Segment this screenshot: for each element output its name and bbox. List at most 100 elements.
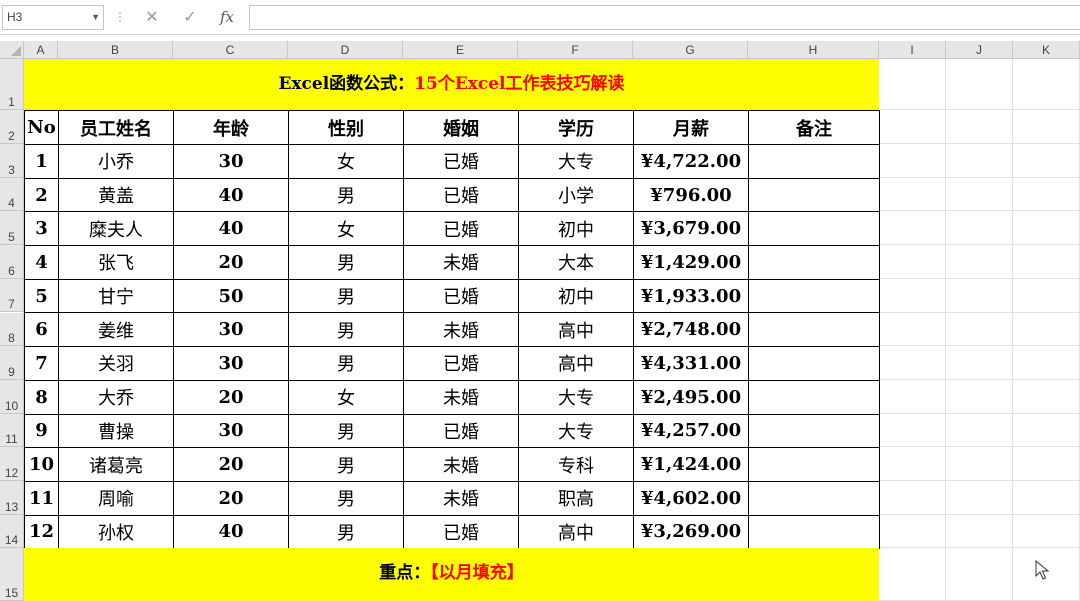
column-header-b[interactable]: B	[58, 41, 173, 59]
header-age[interactable]: 年龄	[173, 110, 289, 145]
key-point-banner[interactable]: 重点：【以月填充】	[24, 548, 879, 601]
cell-notes[interactable]	[748, 379, 880, 415]
cell-name[interactable]: 黄盖	[58, 177, 174, 213]
row-header-2[interactable]: 2	[0, 110, 24, 144]
cell-name[interactable]: 关羽	[58, 346, 174, 381]
cell-gender[interactable]: 女	[288, 211, 404, 247]
cell-marriage[interactable]: 已婚	[403, 177, 519, 213]
row-header-3[interactable]: 3	[0, 144, 24, 178]
cell-no[interactable]: 6	[24, 312, 59, 348]
header-gender[interactable]: 性别	[288, 110, 404, 145]
row-header-14[interactable]: 14	[0, 514, 24, 548]
row-header-9[interactable]: 9	[0, 346, 24, 380]
column-header-e[interactable]: E	[403, 41, 518, 59]
cell-gender[interactable]: 男	[288, 312, 404, 348]
cell-gender[interactable]: 男	[288, 278, 404, 314]
cell-salary[interactable]: ¥4,257.00	[633, 413, 749, 449]
header-no[interactable]: No	[24, 110, 59, 145]
cell-notes[interactable]	[748, 480, 880, 516]
cell-notes[interactable]	[748, 413, 880, 449]
more-options-icon[interactable]: ⋮	[114, 10, 126, 24]
cell-notes[interactable]	[748, 447, 880, 482]
header-marriage[interactable]: 婚姻	[403, 110, 519, 145]
cell-notes[interactable]	[748, 144, 880, 179]
cell-marriage[interactable]: 未婚	[403, 312, 519, 348]
cell-notes[interactable]	[748, 245, 880, 280]
column-header-k[interactable]: K	[1013, 41, 1080, 59]
cell-gender[interactable]: 女	[288, 379, 404, 415]
header-notes[interactable]: 备注	[748, 110, 880, 145]
cell-marriage[interactable]: 已婚	[403, 211, 519, 247]
cell-salary[interactable]: ¥2,748.00	[633, 312, 749, 348]
cell-age[interactable]: 50	[173, 278, 289, 314]
cell-notes[interactable]	[748, 177, 880, 213]
cell-education[interactable]: 高中	[518, 346, 634, 381]
cell-marriage[interactable]: 已婚	[403, 413, 519, 449]
cell-name[interactable]: 大乔	[58, 379, 174, 415]
cell-gender[interactable]: 男	[288, 514, 404, 550]
cell-name[interactable]: 糜夫人	[58, 211, 174, 247]
cell-gender[interactable]: 男	[288, 346, 404, 381]
cell-age[interactable]: 30	[173, 346, 289, 381]
cell-salary[interactable]: ¥1,429.00	[633, 245, 749, 280]
cell-salary[interactable]: ¥1,424.00	[633, 447, 749, 482]
cell-no[interactable]: 9	[24, 413, 59, 449]
cell-no[interactable]: 3	[24, 211, 59, 247]
row-header-15[interactable]: 15	[0, 548, 24, 601]
cell-age[interactable]: 30	[173, 312, 289, 348]
header-education[interactable]: 学历	[518, 110, 634, 145]
cell-name[interactable]: 小乔	[58, 144, 174, 179]
cell-salary[interactable]: ¥3,679.00	[633, 211, 749, 247]
cell-gender[interactable]: 男	[288, 413, 404, 449]
column-header-i[interactable]: I	[879, 41, 946, 59]
cell-marriage[interactable]: 已婚	[403, 144, 519, 179]
cell-gender[interactable]: 男	[288, 447, 404, 482]
cell-age[interactable]: 20	[173, 447, 289, 482]
cell-no[interactable]: 12	[24, 514, 59, 550]
row-header-6[interactable]: 6	[0, 245, 24, 279]
formula-input[interactable]	[249, 5, 1080, 30]
cell-gender[interactable]: 女	[288, 144, 404, 179]
cell-marriage[interactable]: 未婚	[403, 379, 519, 415]
cell-salary[interactable]: ¥1,933.00	[633, 278, 749, 314]
cell-name[interactable]: 张飞	[58, 245, 174, 280]
cell-marriage[interactable]: 未婚	[403, 480, 519, 516]
column-header-a[interactable]: A	[24, 41, 58, 59]
cell-notes[interactable]	[748, 211, 880, 247]
row-header-4[interactable]: 4	[0, 177, 24, 212]
cell-name[interactable]: 孙权	[58, 514, 174, 550]
cell-marriage[interactable]: 未婚	[403, 447, 519, 482]
cell-no[interactable]: 11	[24, 480, 59, 516]
cell-age[interactable]: 40	[173, 211, 289, 247]
cell-marriage[interactable]: 已婚	[403, 346, 519, 381]
cell-no[interactable]: 1	[24, 144, 59, 179]
cell-name[interactable]: 姜维	[58, 312, 174, 348]
cell-age[interactable]: 40	[173, 177, 289, 213]
column-header-g[interactable]: G	[633, 41, 748, 59]
cell-education[interactable]: 高中	[518, 312, 634, 348]
cell-name[interactable]: 诸葛亮	[58, 447, 174, 482]
name-box[interactable]: H3 ▼	[2, 5, 104, 30]
cell-name[interactable]: 周喻	[58, 480, 174, 516]
cell-education[interactable]: 初中	[518, 211, 634, 247]
header-name[interactable]: 员工姓名	[58, 110, 174, 145]
cell-salary[interactable]: ¥2,495.00	[633, 379, 749, 415]
cancel-icon[interactable]: ✕	[140, 6, 164, 29]
header-salary[interactable]: 月薪	[633, 110, 749, 145]
cell-no[interactable]: 2	[24, 177, 59, 213]
cell-education[interactable]: 高中	[518, 514, 634, 550]
row-header-10[interactable]: 10	[0, 379, 24, 414]
column-header-d[interactable]: D	[288, 41, 403, 59]
select-all-button[interactable]	[0, 41, 24, 59]
cell-no[interactable]: 4	[24, 245, 59, 280]
cell-no[interactable]: 7	[24, 346, 59, 381]
cell-age[interactable]: 20	[173, 480, 289, 516]
cell-salary[interactable]: ¥4,602.00	[633, 480, 749, 516]
cell-notes[interactable]	[748, 346, 880, 381]
cell-no[interactable]: 10	[24, 447, 59, 482]
cell-gender[interactable]: 男	[288, 245, 404, 280]
cell-education[interactable]: 大专	[518, 144, 634, 179]
row-header-13[interactable]: 13	[0, 481, 24, 515]
cell-name[interactable]: 甘宁	[58, 278, 174, 314]
cell-education[interactable]: 初中	[518, 278, 634, 314]
